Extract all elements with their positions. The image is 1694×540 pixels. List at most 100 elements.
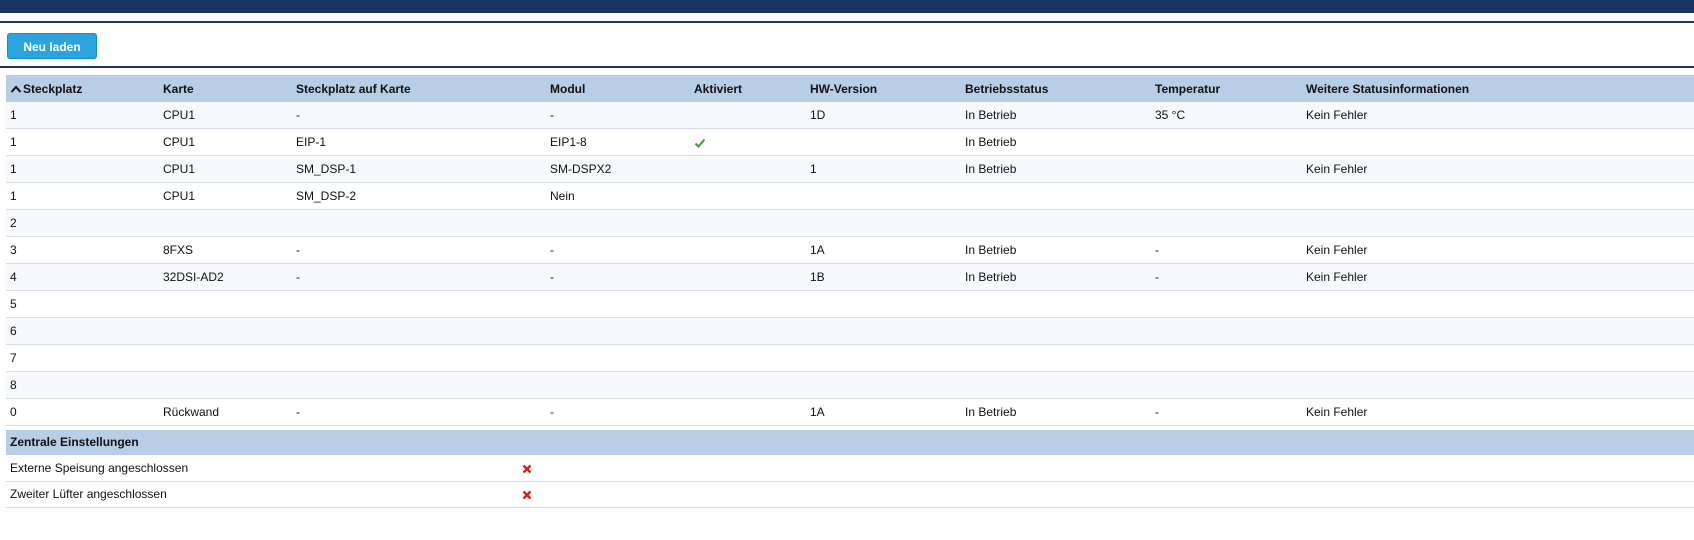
table-row[interactable]: 1 CPU1 SM_DSP-1 SM-DSPX2 1 In Betrieb Kein Feh… <box>6 155 1694 183</box>
table-row[interactable]: 5 <box>6 290 1694 318</box>
top-header-bar <box>0 0 1694 13</box>
column-header-steckplatz[interactable]: Steckplatz <box>6 75 159 102</box>
table-row[interactable]: 1 CPU1 EIP-1 EIP1-8 In Betrieb <box>6 128 1694 156</box>
cell-hw-version <box>806 290 961 318</box>
column-header-modul[interactable]: Modul <box>546 75 690 102</box>
cell-karte <box>159 344 292 372</box>
cell-hw-version <box>806 317 961 345</box>
cell-aktiviert <box>690 344 806 372</box>
cell-betriebsstatus: In Betrieb <box>961 128 1151 156</box>
cell-temperatur <box>1151 209 1302 237</box>
cell-hw-version <box>806 128 961 156</box>
table-row[interactable]: 4 32DSI-AD2- -1B In Betrieb - Kein Fehler <box>6 263 1694 291</box>
cell-weitere-statusinformationen: Kein Fehler <box>1302 263 1694 291</box>
cell-betriebsstatus: In Betrieb <box>961 102 1151 129</box>
setting-row-external-power: Externe Speisung angeschlossen <box>6 456 1694 482</box>
cell-steckplatz: 5 <box>6 290 159 318</box>
cell-hw-version: 1A <box>806 236 961 264</box>
cell-steckplatz-auf-karte <box>292 344 546 372</box>
cell-steckplatz: 1 <box>6 102 159 129</box>
cell-aktiviert <box>690 290 806 318</box>
cell-karte: 32DSI-AD2 <box>159 263 292 291</box>
cell-hw-version: 1B <box>806 263 961 291</box>
cell-steckplatz-auf-karte: - <box>292 263 546 291</box>
cell-steckplatz-auf-karte: - <box>292 398 546 426</box>
cell-karte <box>159 290 292 318</box>
cell-weitere-statusinformationen <box>1302 128 1694 156</box>
cell-karte <box>159 209 292 237</box>
table-header-row: Steckplatz Karte Steckplatz auf Karte Mo… <box>6 75 1694 102</box>
divider-toolbar <box>0 66 1694 68</box>
cell-modul: - <box>546 102 690 129</box>
table-row[interactable]: 7 <box>6 344 1694 372</box>
cross-icon <box>522 464 532 474</box>
cell-aktiviert <box>690 102 806 129</box>
cell-aktiviert <box>690 182 806 210</box>
column-header-steckplatz-auf-karte[interactable]: Steckplatz auf Karte <box>292 75 546 102</box>
cell-steckplatz-auf-karte: EIP-1 <box>292 128 546 156</box>
table-row[interactable]: 8 <box>6 371 1694 399</box>
cell-aktiviert <box>690 263 806 291</box>
cell-steckplatz-auf-karte: - <box>292 236 546 264</box>
cell-modul: - <box>546 236 690 264</box>
cell-aktiviert <box>690 317 806 345</box>
cell-temperatur <box>1151 128 1302 156</box>
cell-temperatur <box>1151 290 1302 318</box>
cell-temperatur <box>1151 155 1302 183</box>
column-header-weitere-statusinformationen[interactable]: Weitere Statusinformationen <box>1302 75 1694 102</box>
cell-betriebsstatus: In Betrieb <box>961 263 1151 291</box>
column-header-label: Steckplatz <box>23 81 83 96</box>
table-row[interactable]: 1 CPU1 SM_DSP-2 Nein <box>6 182 1694 210</box>
setting-row-second-fan: Zweiter Lüfter angeschlossen <box>6 482 1694 508</box>
cell-betriebsstatus: In Betrieb <box>961 398 1151 426</box>
cell-steckplatz: 0 <box>6 398 159 426</box>
cell-steckplatz: 1 <box>6 182 159 210</box>
column-header-karte[interactable]: Karte <box>159 75 292 102</box>
cell-weitere-statusinformationen: Kein Fehler <box>1302 398 1694 426</box>
cell-betriebsstatus <box>961 371 1151 399</box>
cell-aktiviert <box>690 236 806 264</box>
cell-betriebsstatus <box>961 209 1151 237</box>
cell-weitere-statusinformationen <box>1302 290 1694 318</box>
column-header-temperatur[interactable]: Temperatur <box>1151 75 1302 102</box>
cell-weitere-statusinformationen: Kein Fehler <box>1302 155 1694 183</box>
cell-karte: CPU1 <box>159 128 292 156</box>
cell-weitere-statusinformationen <box>1302 182 1694 210</box>
table-row[interactable]: 0 Rückwand - -1A In Betrieb - Kein Fehler <box>6 398 1694 426</box>
cell-karte: Rückwand <box>159 398 292 426</box>
cell-betriebsstatus <box>961 317 1151 345</box>
cell-steckplatz-auf-karte <box>292 290 546 318</box>
cell-aktiviert <box>690 209 806 237</box>
cell-steckplatz: 7 <box>6 344 159 372</box>
central-settings-header: Zentrale Einstellungen <box>6 430 1694 455</box>
cell-steckplatz-auf-karte: SM_DSP-1 <box>292 155 546 183</box>
cell-betriebsstatus <box>961 182 1151 210</box>
cell-steckplatz: 4 <box>6 263 159 291</box>
cell-karte: 8FXS <box>159 236 292 264</box>
cell-aktiviert <box>690 128 806 156</box>
cell-steckplatz-auf-karte: - <box>292 102 546 129</box>
cell-weitere-statusinformationen: Kein Fehler <box>1302 236 1694 264</box>
table-row[interactable]: 3 8FXS - -1A In Betrieb - Kein Fehler <box>6 236 1694 264</box>
cell-temperatur: 35 °C <box>1151 102 1302 129</box>
cell-hw-version <box>806 344 961 372</box>
table-row[interactable]: 6 <box>6 317 1694 345</box>
column-header-betriebsstatus[interactable]: Betriebsstatus <box>961 75 1151 102</box>
setting-label: Zweiter Lüfter angeschlossen <box>10 487 167 501</box>
cell-modul <box>546 290 690 318</box>
cell-steckplatz: 1 <box>6 128 159 156</box>
table-row[interactable]: 1 CPU1- -1D In Betrieb 35 °C Kein Fehler <box>6 102 1694 129</box>
cell-hw-version: 1A <box>806 398 961 426</box>
cell-temperatur: - <box>1151 398 1302 426</box>
cell-aktiviert <box>690 371 806 399</box>
table-row[interactable]: 2 <box>6 209 1694 237</box>
cell-steckplatz-auf-karte <box>292 317 546 345</box>
cell-steckplatz: 2 <box>6 209 159 237</box>
cell-modul: SM-DSPX2 <box>546 155 690 183</box>
cell-modul <box>546 371 690 399</box>
cell-steckplatz-auf-karte <box>292 209 546 237</box>
column-header-aktiviert[interactable]: Aktiviert <box>690 75 806 102</box>
reload-button[interactable]: Neu laden <box>7 33 97 59</box>
cell-temperatur <box>1151 182 1302 210</box>
column-header-hw-version[interactable]: HW-Version <box>806 75 961 102</box>
